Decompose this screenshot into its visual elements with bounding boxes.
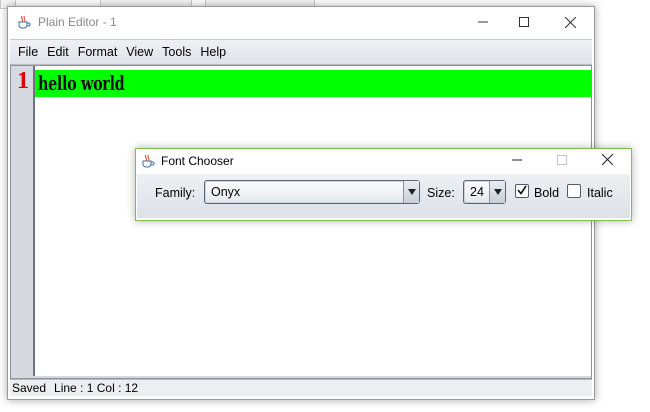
menu-view[interactable]: View: [122, 45, 157, 59]
cursor-position: Line : 1 Col : 12: [54, 381, 139, 395]
editor-text-area[interactable]: hello world: [35, 66, 591, 376]
minimize-icon: [478, 17, 488, 27]
family-combobox[interactable]: Onyx: [204, 180, 420, 204]
size-value: 24: [470, 185, 484, 199]
line-number: 1: [17, 68, 29, 94]
java-coffee-cup-icon: [16, 14, 32, 30]
save-status: Saved: [12, 381, 47, 395]
dialog-minimize-button[interactable]: [495, 149, 539, 173]
font-chooser-dialog: Font Chooser Family: Onyx Size: 24 Bold …: [135, 148, 632, 221]
close-icon: [564, 16, 576, 28]
menu-help[interactable]: Help: [196, 45, 230, 59]
size-combobox[interactable]: 24: [463, 180, 506, 204]
status-bar: Saved Line : 1 Col : 12: [10, 379, 592, 396]
bold-label[interactable]: Bold: [534, 186, 559, 200]
dialog-title-bar[interactable]: Font Chooser: [136, 149, 631, 173]
menu-file[interactable]: File: [14, 45, 42, 59]
dialog-content: Family: Onyx Size: 24 Bold Italic: [137, 174, 630, 218]
bold-checkbox[interactable]: [515, 184, 529, 198]
editor-scroll-pane: 1 hello world: [10, 65, 592, 379]
title-bar[interactable]: Plain Editor - 1: [8, 7, 594, 37]
family-label: Family:: [155, 186, 196, 200]
current-line-highlight: hello world: [35, 70, 591, 97]
menu-bar: File Edit Format View Tools Help: [10, 39, 592, 65]
chevron-down-icon[interactable]: [403, 181, 419, 203]
italic-label[interactable]: Italic: [587, 186, 613, 200]
dialog-maximize-button: [540, 149, 584, 173]
close-button[interactable]: [547, 7, 593, 37]
menu-format[interactable]: Format: [74, 45, 122, 59]
window-title: Plain Editor - 1: [38, 15, 117, 29]
size-label: Size:: [427, 186, 455, 200]
maximize-button[interactable]: [501, 7, 547, 37]
chevron-down-icon[interactable]: [489, 181, 505, 203]
editor-line-text[interactable]: hello world: [38, 70, 125, 97]
italic-checkbox[interactable]: [567, 184, 581, 198]
minimize-button[interactable]: [460, 7, 506, 37]
maximize-icon: [557, 154, 567, 168]
dialog-title: Font Chooser: [161, 154, 234, 168]
checkmark-icon: [517, 184, 527, 198]
maximize-icon: [519, 17, 529, 27]
close-icon: [601, 153, 613, 168]
family-value: Onyx: [211, 185, 241, 199]
menu-edit[interactable]: Edit: [43, 45, 73, 59]
dialog-close-button[interactable]: [585, 149, 629, 173]
java-coffee-cup-icon: [140, 153, 156, 169]
minimize-icon: [512, 154, 522, 168]
line-number-gutter: 1: [11, 66, 35, 376]
menu-tools[interactable]: Tools: [158, 45, 195, 59]
